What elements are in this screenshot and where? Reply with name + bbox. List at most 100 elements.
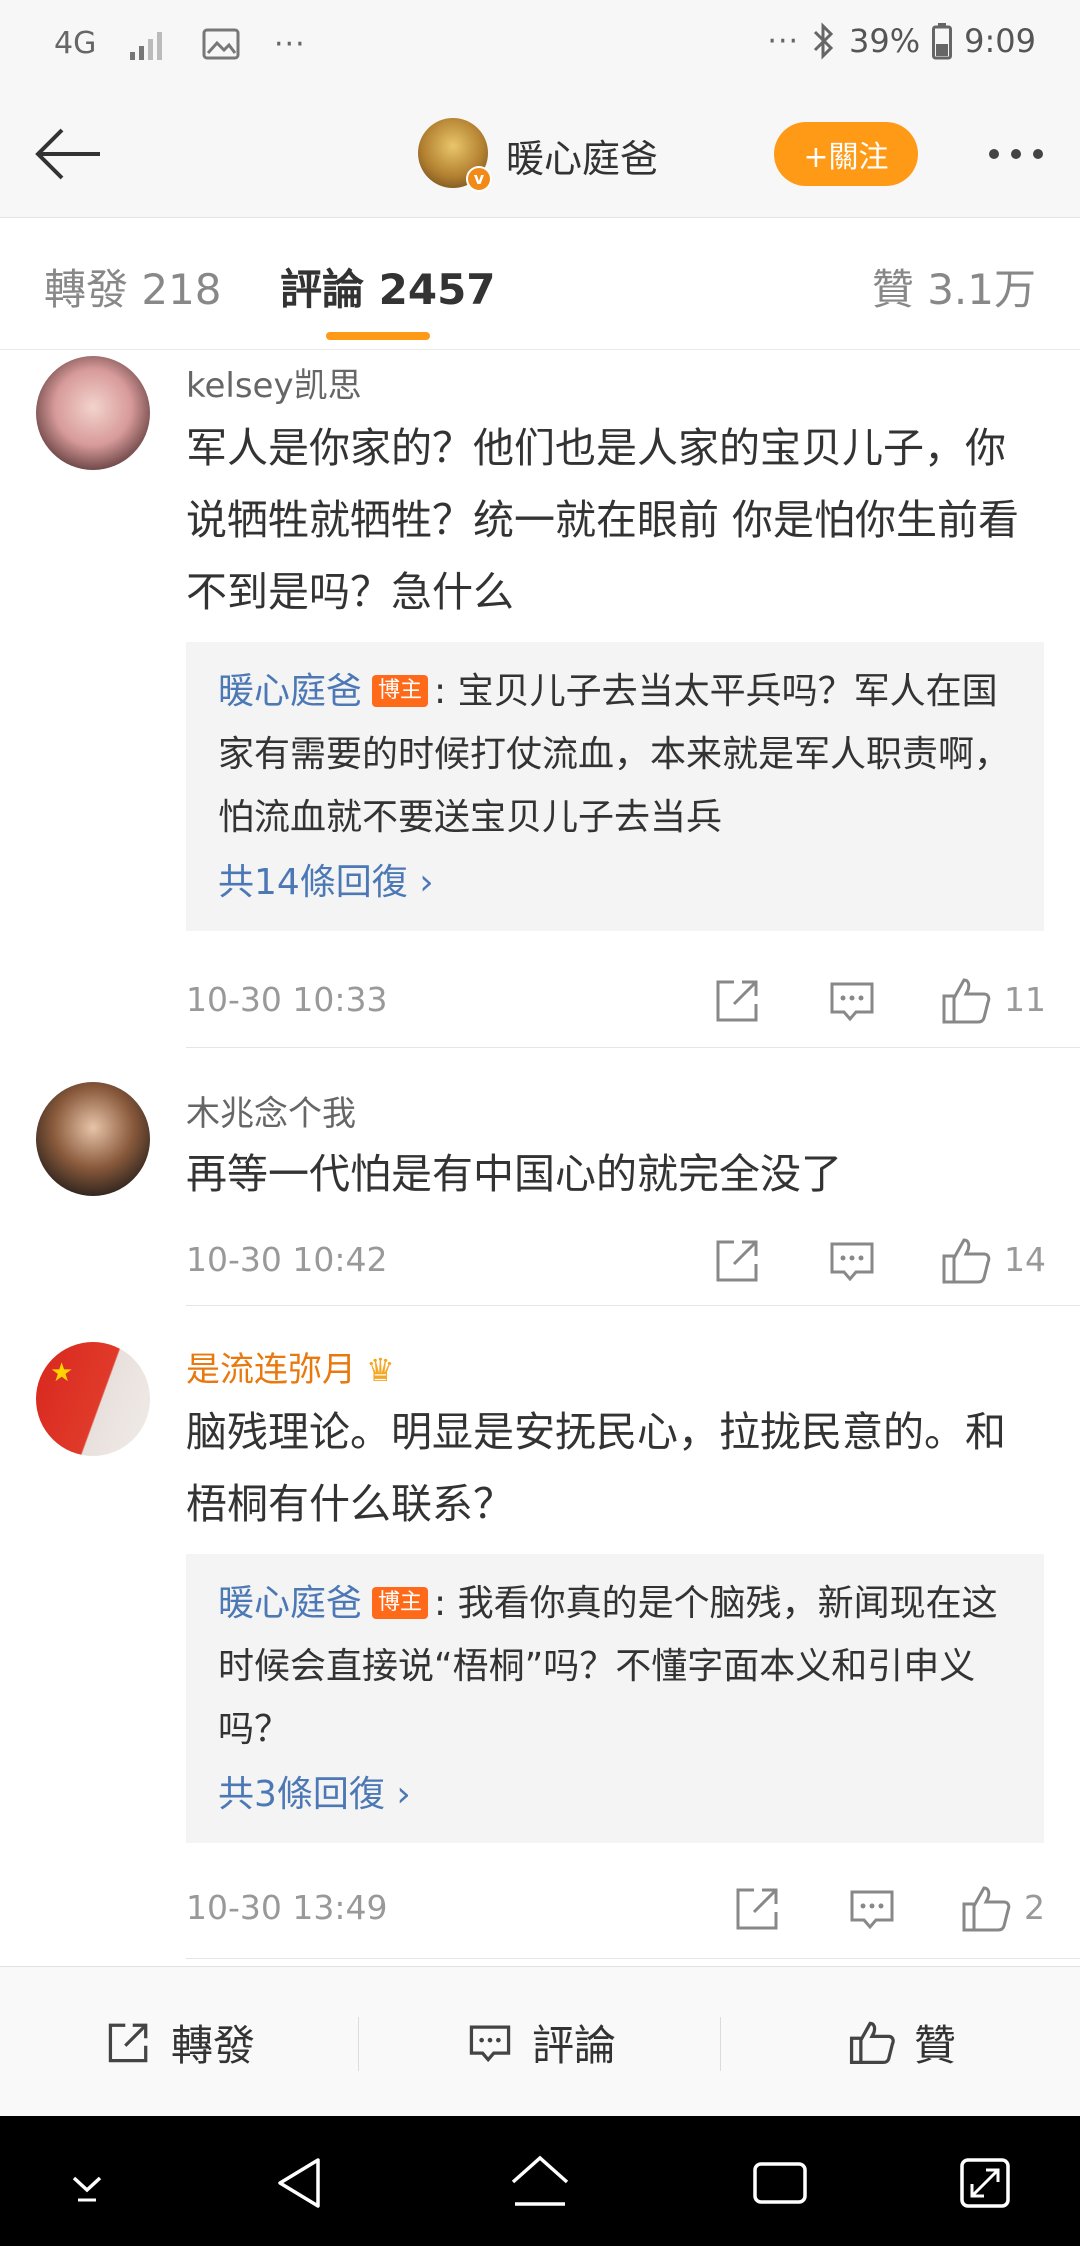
title-bar: v 暖心庭爸 +關注 — [0, 88, 1080, 218]
repost-label: 轉發 — [170, 2020, 255, 2070]
comment-time: 10-30 10:33 — [186, 980, 388, 1019]
dot-icon — [1011, 149, 1021, 159]
share-button[interactable] — [710, 1232, 766, 1288]
comment-label: 評論 — [531, 2020, 616, 2070]
reply-content: 暖心庭爸 博主: 宝贝儿子去当太平兵吗？军人在国家有需要的时候打仗流血，本来就是军… — [218, 660, 1014, 849]
triangle-back-icon — [278, 2158, 320, 2208]
tab-likes[interactable]: 贊 3.1万 — [872, 256, 1036, 317]
reply-preview[interactable]: 暖心庭爸 博主: 我看你真的是个脑残，新闻现在这时候会直接说“梧桐”吗？不懂字面本… — [186, 1554, 1044, 1843]
dot-icon — [989, 149, 999, 159]
share-icon — [736, 1888, 778, 1930]
follow-button[interactable]: +關注 — [774, 122, 918, 186]
comment-text: 再等一代怕是有中国心的就完全没了 — [186, 1150, 842, 1198]
chevron-down-icon — [72, 2176, 102, 2202]
status-bar: 4G ··· ··· 39% 9:09 — [0, 0, 1080, 88]
clock: 9:09 — [964, 22, 1036, 60]
reply-author[interactable]: 暖心庭爸 — [218, 671, 362, 712]
share-icon — [716, 980, 758, 1022]
hide-keyboard-button[interactable] — [52, 2148, 122, 2218]
recents-icon — [753, 2162, 807, 2204]
divider — [186, 1305, 1080, 1306]
comment-username: 是流连弥月 — [186, 1350, 356, 1390]
share-icon — [716, 1240, 758, 1282]
bottom-action-bar: 轉發 評論 贊 — [0, 1966, 1080, 2116]
separator — [358, 2017, 359, 2071]
back-button[interactable] — [28, 116, 104, 192]
tab-comments[interactable]: 評論 2457 — [280, 256, 496, 317]
nav-back-button[interactable] — [266, 2148, 336, 2218]
comment-time: 10-30 13:49 — [186, 1888, 388, 1927]
repost-button[interactable]: 轉發 — [0, 1967, 358, 2117]
comment-meta: 10-30 10:42 14 — [186, 1232, 1046, 1288]
tab-reposts[interactable]: 轉發 218 — [44, 256, 222, 317]
user-avatar[interactable] — [36, 1082, 150, 1196]
nav-home-button[interactable] — [505, 2148, 575, 2218]
divider — [186, 1958, 1080, 1959]
like-label: 贊 — [913, 2020, 956, 2070]
blogger-badge: 博主 — [372, 1587, 429, 1619]
comment-icon — [469, 2025, 511, 2063]
divider — [186, 1047, 1080, 1048]
reply-button[interactable] — [844, 1880, 900, 1936]
back-arrow-icon — [35, 128, 100, 180]
system-navigation-bar — [0, 2116, 1080, 2246]
blogger-badge: 博主 — [372, 675, 429, 707]
signal-icon — [130, 32, 162, 60]
like-button[interactable] — [938, 1232, 994, 1288]
comment-username-vip[interactable]: 是流连弥月 ♛ — [186, 1342, 395, 1391]
comment-meta: 10-30 13:49 2 — [186, 1880, 1046, 1936]
like-button[interactable] — [958, 1880, 1014, 1936]
share-button[interactable] — [730, 1880, 786, 1936]
network-type: 4G — [54, 26, 97, 61]
comment-username[interactable]: 木兆念个我 — [186, 1086, 356, 1135]
battery-percent: 39% — [849, 22, 921, 60]
status-right: ··· 39% 9:09 — [767, 22, 1036, 60]
like-count: 11 — [1004, 980, 1046, 1019]
comment-username[interactable]: kelsey凯思 — [186, 358, 362, 407]
nav-expand-button[interactable] — [950, 2148, 1020, 2218]
more-notifications-icon: ··· — [274, 26, 306, 62]
nav-recents-button[interactable] — [745, 2148, 815, 2218]
comment-time: 10-30 10:42 — [186, 1240, 388, 1279]
user-avatar[interactable] — [36, 356, 150, 470]
comment-text: 脑残理论。明显是安抚民心，拉拢民意的。和梧桐有什么联系？ — [186, 1408, 1006, 1528]
separator — [720, 2017, 721, 2071]
comment-meta: 10-30 10:33 11 — [186, 972, 1046, 1028]
active-tab-indicator — [326, 332, 430, 340]
comment-button[interactable]: 評論 — [361, 1967, 719, 2117]
tab-bar: 轉發 218 評論 2457 贊 3.1万 — [0, 218, 1080, 350]
view-replies-link[interactable]: 共3條回復 › — [218, 1767, 1014, 1823]
like-button[interactable] — [938, 972, 994, 1028]
bluetooth-icon — [813, 22, 834, 60]
thumbs-up-icon — [942, 978, 991, 1024]
like-count: 14 — [1004, 1240, 1046, 1279]
dot-icon — [1033, 149, 1043, 159]
reply-content: 暖心庭爸 博主: 我看你真的是个脑残，新闻现在这时候会直接说“梧桐”吗？不懂字面本… — [218, 1572, 1014, 1761]
comment-icon — [830, 982, 874, 1022]
reply-preview[interactable]: 暖心庭爸 博主: 宝贝儿子去当太平兵吗？军人在国家有需要的时候打仗流血，本来就是军… — [186, 642, 1044, 931]
verified-badge-icon: v — [466, 166, 492, 192]
network-4g-icon: 4G — [54, 22, 97, 66]
image-notification-icon — [202, 28, 240, 60]
thumbs-up-icon — [942, 1238, 991, 1284]
reply-author[interactable]: 暖心庭爸 — [218, 1583, 362, 1624]
share-icon — [108, 2023, 148, 2063]
author-name[interactable]: 暖心庭爸 — [506, 128, 658, 183]
home-icon — [511, 2155, 569, 2206]
more-status-icon: ··· — [767, 23, 800, 59]
thumbs-up-icon — [962, 1886, 1011, 1932]
user-avatar[interactable]: ★ — [36, 1342, 150, 1456]
author-avatar[interactable]: v — [418, 118, 492, 192]
reply-button[interactable] — [824, 1232, 880, 1288]
like-count: 2 — [1024, 1888, 1045, 1927]
share-button[interactable] — [710, 972, 766, 1028]
vip-crown-icon: ♛ — [366, 1351, 395, 1389]
like-post-button[interactable]: 贊 — [722, 1967, 1080, 2117]
comment-icon — [850, 1890, 894, 1930]
battery-icon — [932, 23, 953, 60]
thumbs-up-icon — [849, 2021, 895, 2065]
view-replies-link[interactable]: 共14條回復 › — [218, 855, 1014, 911]
reply-button[interactable] — [824, 972, 880, 1028]
more-options-button[interactable] — [976, 116, 1056, 192]
expand-icon — [960, 2158, 1010, 2208]
